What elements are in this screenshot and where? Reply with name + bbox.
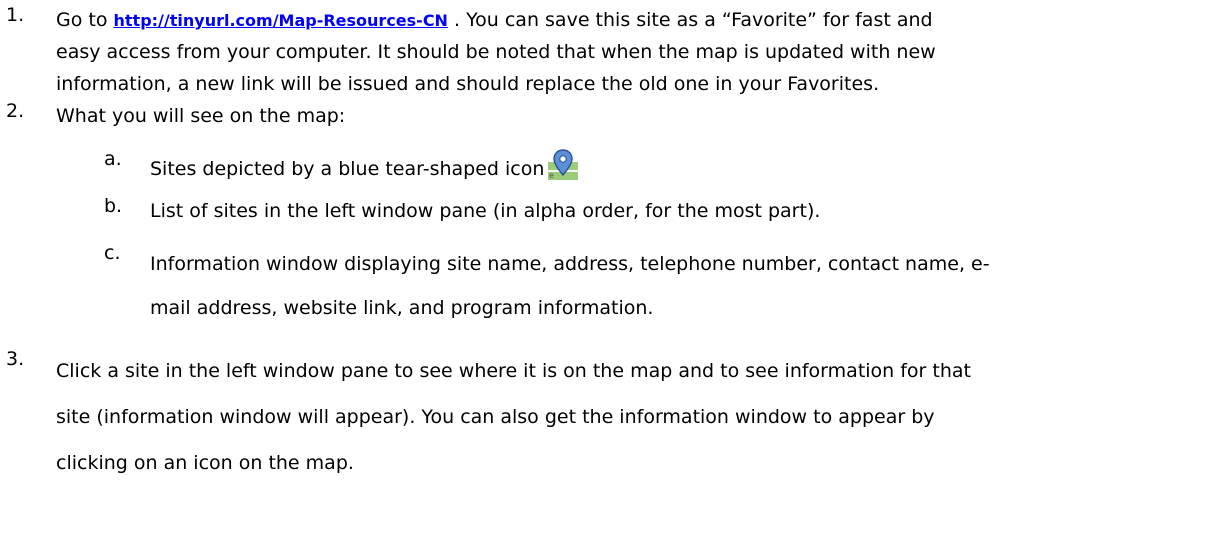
- step-3-text: Click a site in the left window pane to …: [56, 348, 1183, 486]
- step-1-line-3: information, a new link will be issued a…: [56, 73, 880, 95]
- map-tile-text: e: [549, 171, 554, 180]
- item-c-line-1: Information window displaying site name,…: [150, 253, 990, 275]
- step-2-line-1: What you will see on the map:: [56, 105, 346, 127]
- item-a-line-1: Sites depicted by a blue tear-shaped ico…: [150, 158, 545, 180]
- step-3-line-2: site (information window will appear). Y…: [56, 406, 935, 428]
- step-2-number: 2.: [6, 100, 25, 122]
- item-c-line-2: mail address, website link, and program …: [150, 297, 654, 319]
- map-pin-icon: e: [548, 148, 579, 180]
- item-c-letter: c.: [104, 242, 121, 264]
- step-2-text: What you will see on the map:: [56, 100, 1183, 132]
- item-b-text: List of sites in the left window pane (i…: [150, 195, 1185, 227]
- step-1-line-2: easy access from your computer. It shoul…: [56, 41, 936, 63]
- item-c-text: Information window displaying site name,…: [150, 242, 1185, 330]
- step-1-text: Go to http://tinyurl.com/Map-Resources-C…: [56, 4, 1183, 100]
- item-a-text: Sites depicted by a blue tear-shaped ico…: [150, 148, 1185, 180]
- step-1-line-1: Go to http://tinyurl.com/Map-Resources-C…: [56, 9, 933, 31]
- item-a-letter: a.: [104, 148, 122, 170]
- step-1-number: 1.: [6, 4, 25, 26]
- step-3-number: 3.: [6, 348, 25, 370]
- item-b-letter: b.: [104, 195, 123, 217]
- item-b-line-1: List of sites in the left window pane (i…: [150, 200, 821, 222]
- instruction-document: 1. Go to http://tinyurl.com/Map-Resource…: [0, 0, 1205, 548]
- pin-center: [559, 155, 568, 163]
- step-3-line-3: clicking on an icon on the map.: [56, 452, 354, 474]
- step-3-line-1: Click a site in the left window pane to …: [56, 360, 971, 382]
- map-pin-icon-graphic: e: [548, 149, 579, 180]
- map-resources-link[interactable]: http://tinyurl.com/Map-Resources-CN: [114, 11, 448, 30]
